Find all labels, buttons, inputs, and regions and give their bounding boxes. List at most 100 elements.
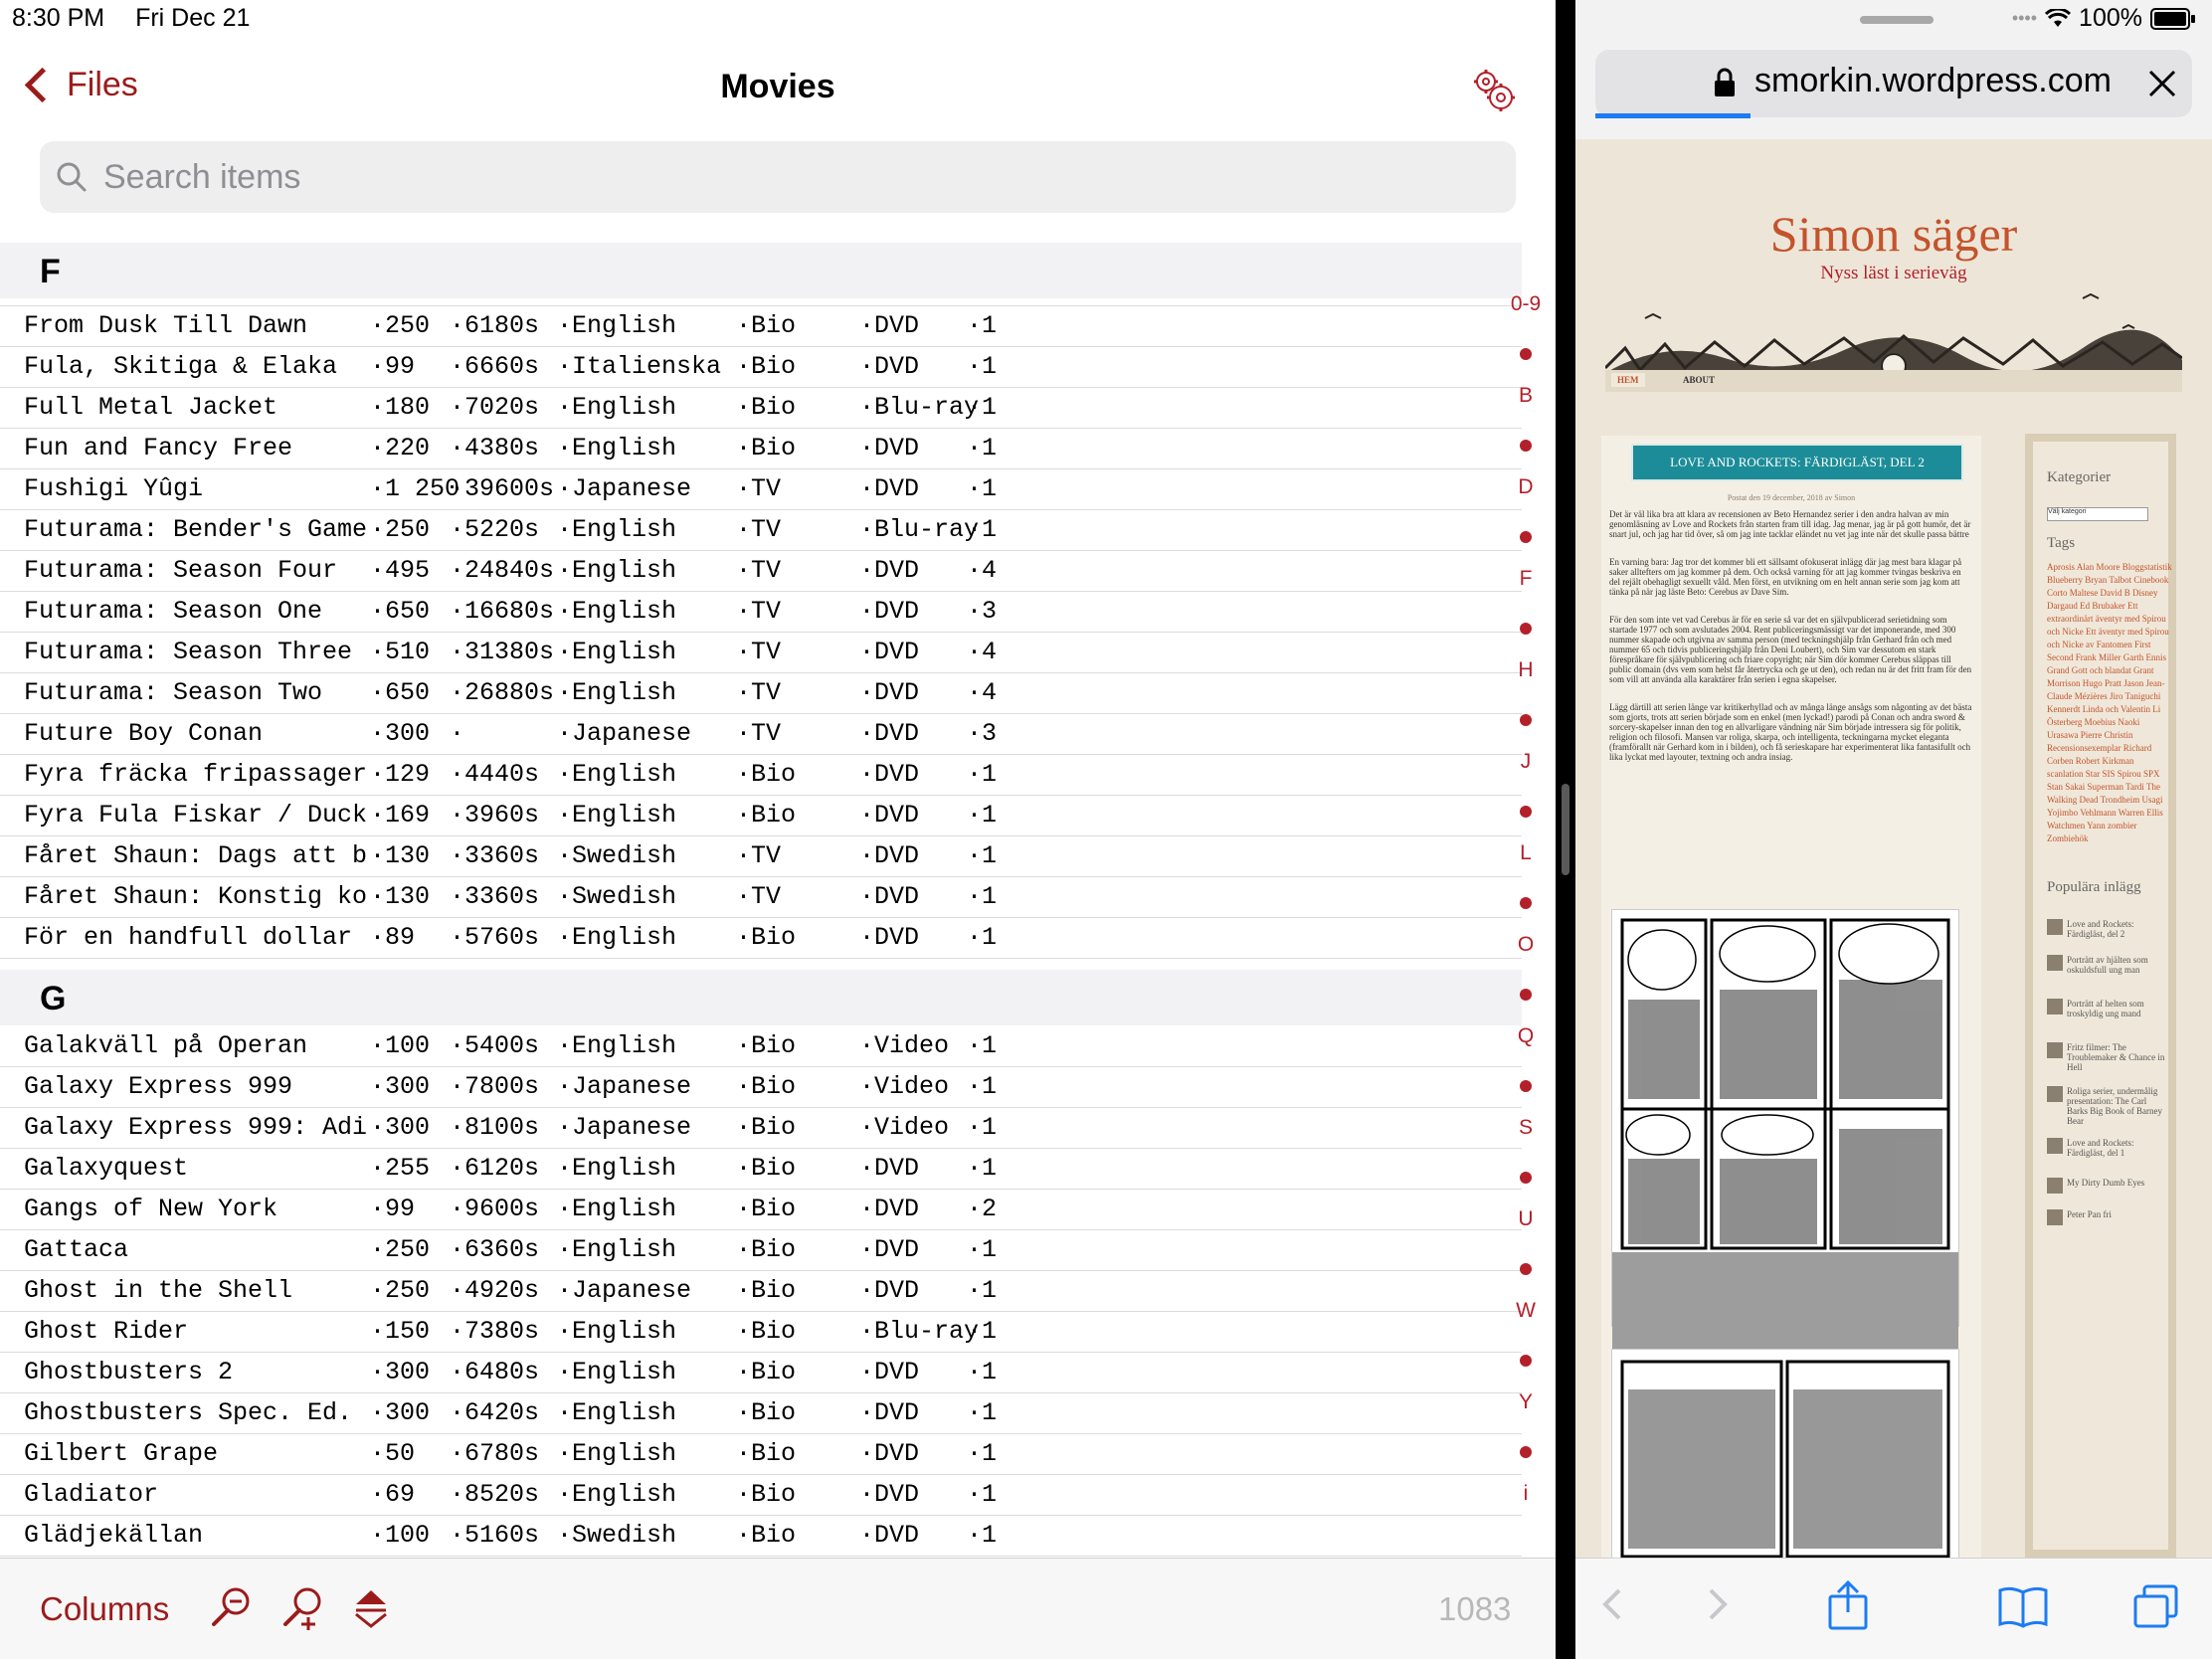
- tag-cloud[interactable]: Aprosis Alan Moore Bloggstatistik Bluebe…: [2047, 561, 2172, 845]
- close-icon[interactable]: [2144, 66, 2180, 101]
- blog-title[interactable]: Simon säger: [1575, 205, 2212, 263]
- movie-row[interactable]: Fun and Fancy Free ·220 ·4380s ·English ·Bio…: [0, 428, 1522, 469]
- index-letter[interactable]: D: [1504, 475, 1548, 499]
- gears-icon[interactable]: [1468, 66, 1518, 113]
- zoom-out-search-icon[interactable]: [209, 1584, 255, 1630]
- movie-row[interactable]: Futurama: Season Four ·495 ·24840s ·English…: [0, 550, 1522, 592]
- quantity-cell: ·1: [967, 1072, 998, 1101]
- movie-row[interactable]: From Dusk Till Dawn ·250 ·6180s ·English ·Bi…: [0, 305, 1522, 347]
- movie-row[interactable]: Gattaca ·250 ·6360s ·English ·Bio ·DVD ·1: [0, 1229, 1522, 1271]
- bookmarks-icon[interactable]: [1997, 1584, 2049, 1628]
- split-handle[interactable]: [1562, 784, 1569, 875]
- movie-row[interactable]: Ghostbusters 2 ·300 ·6480s ·English ·Bio ·DVD…: [0, 1352, 1522, 1393]
- duration-cell: ·6660s: [450, 352, 540, 381]
- share-icon[interactable]: [1826, 1580, 1870, 1630]
- multitasking-pill[interactable]: [1860, 16, 1934, 24]
- popular-post-link[interactable]: Porträtt af helten som troskyldig ung ma…: [2047, 999, 2170, 1018]
- index-dot[interactable]: [1520, 1172, 1532, 1184]
- movie-row[interactable]: Fyra fräcka fripassagerare·129 ·4440s ·Eng…: [0, 754, 1522, 796]
- movie-row[interactable]: Ghostbusters Spec. Ed. ·300 ·6420s ·English…: [0, 1392, 1522, 1434]
- movie-row[interactable]: Fåret Shaun: Dags att bada·130 ·3360s ·Swe…: [0, 835, 1522, 877]
- index-letter[interactable]: H: [1504, 658, 1548, 682]
- movie-row[interactable]: Gladiator ·69 ·8520s ·English ·Bio ·DVD ·1: [0, 1474, 1522, 1516]
- index-dot[interactable]: [1520, 806, 1532, 818]
- popular-post-link[interactable]: Porträtt av hjälten som oskuldsfull ung …: [2047, 955, 2170, 975]
- index-dot[interactable]: [1520, 348, 1532, 360]
- columns-button[interactable]: Columns: [40, 1590, 169, 1628]
- comic-image[interactable]: [1611, 909, 1959, 1451]
- index-dot[interactable]: [1520, 1263, 1532, 1275]
- movie-row[interactable]: Glädjekällan ·100 ·5160s ·Swedish ·Bio ·DVD ·1: [0, 1515, 1522, 1557]
- movie-row[interactable]: Galaxyquest ·255 ·6120s ·English ·Bio ·DVD ·1: [0, 1148, 1522, 1190]
- popular-post-link[interactable]: My Dirty Dumb Eyes: [2047, 1178, 2170, 1194]
- media-cell: ·DVD: [859, 638, 920, 666]
- movie-row[interactable]: Full Metal Jacket ·180 ·7020s ·English ·Bio ·…: [0, 387, 1522, 429]
- movie-row[interactable]: Futurama: Season Two ·650 ·26880s ·English ·…: [0, 672, 1522, 714]
- movie-row[interactable]: Fåret Shaun: Konstig konst·130 ·3360s ·Swe…: [0, 876, 1522, 918]
- movie-row[interactable]: Futurama: Season Three ·510 ·31380s ·Englis…: [0, 632, 1522, 673]
- search-field[interactable]: [40, 141, 1516, 213]
- sort-icon[interactable]: [352, 1584, 390, 1630]
- popular-post-link[interactable]: Peter Pan fri: [2047, 1209, 2170, 1225]
- index-letter[interactable]: Y: [1504, 1390, 1548, 1414]
- split-view-divider[interactable]: [1556, 0, 1575, 1659]
- movie-row[interactable]: Future Boy Conan ·300 · ·Japanese ·TV ·DVD ·3: [0, 713, 1522, 755]
- popular-post-link[interactable]: Love and Rockets: Färdigläst, del 1: [2047, 1138, 2170, 1158]
- index-letter[interactable]: i: [1504, 1482, 1548, 1506]
- index-dot[interactable]: [1520, 897, 1532, 909]
- category-select[interactable]: Välj kategori: [2047, 507, 2148, 521]
- movie-row[interactable]: Futurama: Bender's Game ·250 ·5220s ·Englis…: [0, 509, 1522, 551]
- language-cell: ·English: [557, 1358, 677, 1386]
- index-dot[interactable]: [1520, 1080, 1532, 1092]
- forward-arrow-icon[interactable]: [1701, 1584, 1735, 1624]
- movie-list[interactable]: Fritz the Cat·85·4740s·English·Bio·DVD·1…: [0, 243, 1522, 1558]
- index-letter[interactable]: W: [1504, 1299, 1548, 1323]
- index-dot[interactable]: [1520, 531, 1532, 543]
- index-letter[interactable]: L: [1504, 841, 1548, 865]
- menu-item-hem[interactable]: HEM: [1611, 373, 1645, 387]
- movie-row[interactable]: Ghost Rider ·150 ·7380s ·English ·Bio ·Blu-ra…: [0, 1311, 1522, 1353]
- menu-item-about[interactable]: ABOUT: [1683, 375, 1715, 385]
- post-title[interactable]: LOVE AND ROCKETS: FÄRDIGLÄST, DEL 2: [1631, 444, 1963, 481]
- index-dot[interactable]: [1520, 1446, 1532, 1458]
- zoom-in-search-icon[interactable]: [280, 1584, 326, 1630]
- movie-row[interactable]: Fushigi Yûgi ·1 250·39600s ·Japanese ·TV ·DV…: [0, 468, 1522, 510]
- movie-row[interactable]: Fula, Skitiga & Elaka ·99 ·6660s ·Italiensk…: [0, 346, 1522, 388]
- movie-row[interactable]: Gangs of New York ·99 ·9600s ·English ·Bio ·D…: [0, 1189, 1522, 1230]
- index-letter[interactable]: F: [1504, 567, 1548, 591]
- comic-image-2[interactable]: [1611, 1349, 1959, 1558]
- movie-row[interactable]: Futurama: Season One ·650 ·16680s ·English ·…: [0, 591, 1522, 633]
- search-input[interactable]: [101, 156, 1398, 198]
- index-letter[interactable]: U: [1504, 1207, 1548, 1231]
- index-letter[interactable]: B: [1504, 384, 1548, 408]
- index-letter[interactable]: Q: [1504, 1024, 1548, 1048]
- quantity-cell: ·1: [967, 393, 998, 422]
- movie-row[interactable]: Ghost in the Shell ·250 ·4920s ·Japanese ·Bi…: [0, 1270, 1522, 1312]
- quantity-cell: ·1: [967, 1317, 998, 1346]
- index-dot[interactable]: [1520, 989, 1532, 1001]
- back-arrow-icon[interactable]: [1595, 1584, 1629, 1624]
- popular-post-link[interactable]: Love and Rockets: Färdigläst, del 2: [2047, 919, 2170, 939]
- popular-post-link[interactable]: Roliga serier, undermålig presentation: …: [2047, 1086, 2170, 1126]
- movie-row[interactable]: Galakväll på Operan ·100 ·5400s ·English ·Bi…: [0, 1025, 1522, 1067]
- index-dot[interactable]: [1520, 440, 1532, 452]
- index-letter[interactable]: 0-9: [1504, 292, 1548, 316]
- movie-row[interactable]: Galaxy Express 999 ·300 ·7800s ·Japanese ·Bi…: [0, 1066, 1522, 1108]
- status-bar-right: •••• 100%: [2012, 4, 2196, 33]
- index-dot[interactable]: [1520, 714, 1532, 726]
- web-content[interactable]: Simon säger Nyss läst i serieväg HEM ABO…: [1575, 139, 2212, 1558]
- index-letter[interactable]: O: [1504, 933, 1548, 957]
- index-dot[interactable]: [1520, 1355, 1532, 1367]
- index-letter[interactable]: J: [1504, 750, 1548, 774]
- index-dot[interactable]: [1520, 623, 1532, 635]
- language-cell: ·English: [557, 638, 677, 666]
- battery-icon: [2150, 7, 2195, 30]
- movie-row[interactable]: För en handfull dollar ·89 ·5760s ·English ·…: [0, 917, 1522, 959]
- movie-row[interactable]: Gilbert Grape ·50 ·6780s ·English ·Bio ·DVD ·1: [0, 1433, 1522, 1475]
- index-letter[interactable]: S: [1504, 1116, 1548, 1140]
- tabs-icon[interactable]: [2132, 1584, 2180, 1630]
- movie-row[interactable]: Fyra Fula Fiskar / Duck ·169 ·3960s ·Englis…: [0, 795, 1522, 836]
- address-bar[interactable]: smorkin.wordpress.com: [1595, 50, 2192, 117]
- popular-post-link[interactable]: Fritz filmer: The Troublemaker & Chance …: [2047, 1042, 2170, 1072]
- movie-row[interactable]: Galaxy Express 999: Adieu ·300 ·8100s ·Japa…: [0, 1107, 1522, 1149]
